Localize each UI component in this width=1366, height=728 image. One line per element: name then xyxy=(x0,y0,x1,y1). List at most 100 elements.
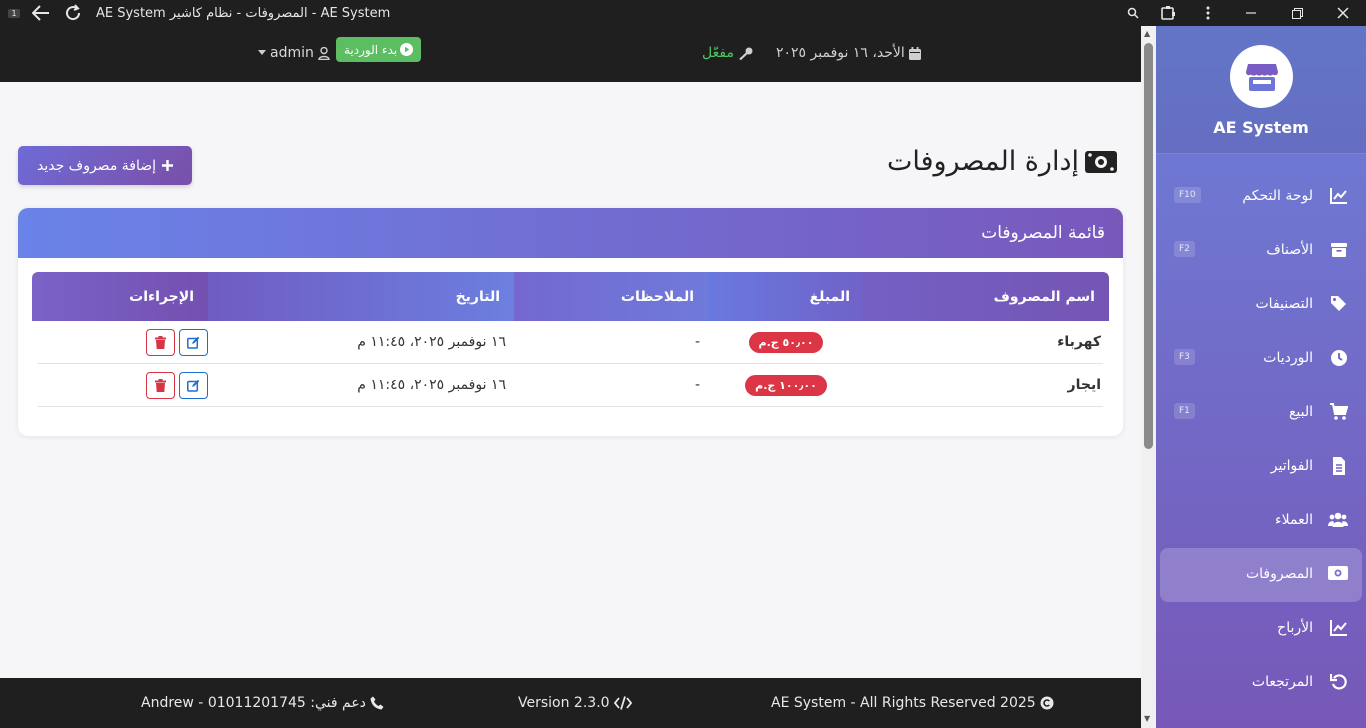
activation-status-text: مفعّل xyxy=(702,45,734,61)
extensions-icon[interactable] xyxy=(1148,0,1188,26)
sidebar-item-categories[interactable]: التصنيفات xyxy=(1156,278,1366,332)
edit-button[interactable] xyxy=(179,371,208,399)
sidebar-item-label: الفواتير xyxy=(1270,458,1313,474)
zoom-icon[interactable] xyxy=(1118,0,1148,26)
brand-name: AE System xyxy=(1213,118,1309,137)
delete-button[interactable] xyxy=(146,328,175,356)
copyright-text: AE System - All Rights Reserved 2025 xyxy=(771,695,1036,711)
card-title: قائمة المصروفات xyxy=(981,223,1105,243)
sidebar-item-customers[interactable]: العملاء xyxy=(1156,494,1366,548)
shortcut-badge: F3 xyxy=(1174,349,1195,365)
edit-icon xyxy=(187,379,200,392)
user-icon xyxy=(318,46,330,60)
scroll-down-icon[interactable]: ▼ xyxy=(1144,714,1150,723)
current-date-text: الأحد، ١٦ نوفمبر ٢٠٢٥ xyxy=(776,45,905,61)
money-icon xyxy=(1328,566,1348,580)
scrollbar-thumb[interactable] xyxy=(1144,43,1153,449)
sidebar-item-sales[interactable]: البيع F1 xyxy=(1156,386,1366,440)
page-title-text: إدارة المصروفات xyxy=(886,146,1079,177)
start-shift-button[interactable]: بدء الوردية xyxy=(336,37,422,62)
table-row: كهرباء ٥٠٫٠٠ ج.م - ١٦ نوفمبر ٢٠٢٥، ١١:٤٥… xyxy=(38,321,1103,364)
sidebar-item-label: المرتجعات xyxy=(1251,674,1313,690)
scroll-up-icon[interactable]: ▲ xyxy=(1144,29,1150,38)
username: admin xyxy=(270,45,314,61)
sidebar-item-label: الورديات xyxy=(1263,350,1313,366)
sidebar-item-profits[interactable]: الأرباح xyxy=(1156,602,1366,656)
table-header: اسم المصروف المبلغ الملاحظات التاريخ الإ… xyxy=(32,272,1109,321)
edit-icon xyxy=(187,336,200,349)
card-header: قائمة المصروفات xyxy=(18,208,1123,258)
chart-line-icon xyxy=(1330,620,1347,636)
chart-line-icon xyxy=(1330,188,1347,204)
sidebar-item-invoices[interactable]: الفواتير xyxy=(1156,440,1366,494)
plus-icon xyxy=(162,160,174,171)
close-icon[interactable] xyxy=(1320,0,1366,26)
column-header-notes[interactable]: الملاحظات xyxy=(514,272,708,321)
user-menu[interactable]: admin xyxy=(258,45,330,61)
cart-icon xyxy=(1330,403,1348,420)
sidebar-item-shifts[interactable]: الورديات F3 xyxy=(1156,332,1366,386)
tab-count-text: 1 xyxy=(8,8,20,18)
sidebar-item-expenses[interactable]: المصروفات xyxy=(1160,548,1362,602)
store-logo-icon[interactable] xyxy=(1230,45,1293,108)
expense-notes: - xyxy=(694,334,700,350)
add-expense-button[interactable]: إضافة مصروف جديد xyxy=(18,146,192,185)
amount-cell: ١٠٠٫٠٠ ج.م xyxy=(708,364,864,406)
shortcut-badge: F1 xyxy=(1174,403,1195,419)
window-titlebar: 1 AE System المصروفات - نظام كاشير - AE … xyxy=(0,0,1366,26)
users-icon xyxy=(1328,512,1348,527)
sidebar-item-label: التصنيفات xyxy=(1255,296,1314,312)
sidebar-item-label: لوحة التحكم xyxy=(1242,188,1313,204)
box-icon xyxy=(1331,243,1347,257)
activation-status: مفعّل xyxy=(702,45,753,61)
top-header: admin بدء الوردية مفعّل الأحد، ١٦ نوفمبر… xyxy=(0,26,1141,82)
clock-icon xyxy=(1331,350,1347,366)
restore-icon[interactable] xyxy=(1274,0,1320,26)
actions-cell xyxy=(38,364,208,406)
copyright-icon xyxy=(1040,696,1054,710)
shortcut-badge: F10 xyxy=(1174,187,1201,203)
current-date: الأحد، ١٦ نوفمبر ٢٠٢٥ xyxy=(776,45,921,61)
edit-button[interactable] xyxy=(179,328,208,356)
column-header-name[interactable]: اسم المصروف xyxy=(864,272,1109,321)
key-icon xyxy=(739,47,753,60)
expense-name: ايجار xyxy=(1067,377,1101,393)
column-header-date[interactable]: التاريخ xyxy=(208,272,514,321)
expense-notes: - xyxy=(694,377,700,393)
sidebar-item-label: البيع xyxy=(1288,404,1313,420)
vertical-scrollbar[interactable]: ▲ ▼ xyxy=(1141,26,1156,728)
column-header-actions: الإجراءات xyxy=(32,272,208,321)
page-title: إدارة المصروفات xyxy=(887,146,1117,177)
sidebar-brand: AE System xyxy=(1156,26,1366,154)
expense-date: ١٦ نوفمبر ٢٠٢٥، ١١:٤٥ م xyxy=(357,377,506,393)
reload-icon[interactable] xyxy=(60,0,86,26)
support-info: دعم فني: 01011201745 - Andrew xyxy=(141,695,384,711)
actions-cell xyxy=(38,321,208,363)
trash-icon xyxy=(155,378,166,392)
version-text: Version 2.3.0 xyxy=(518,695,610,711)
back-arrow-icon[interactable] xyxy=(26,0,56,26)
sidebar-item-label: الأصناف xyxy=(1266,242,1313,258)
expense-date: ١٦ نوفمبر ٢٠٢٥، ١١:٤٥ م xyxy=(357,334,506,350)
minimize-icon[interactable] xyxy=(1228,0,1274,26)
sidebar-item-returns[interactable]: المرتجعات xyxy=(1156,656,1366,710)
expenses-table: اسم المصروف المبلغ الملاحظات التاريخ الإ… xyxy=(32,272,1109,407)
footer: دعم فني: 01011201745 - Andrew Version 2.… xyxy=(0,678,1141,728)
phone-icon xyxy=(370,696,384,710)
tab-count-badge[interactable]: 1 xyxy=(6,0,22,26)
support-text: دعم فني: 01011201745 - Andrew xyxy=(141,695,366,711)
window-title: AE System المصروفات - نظام كاشير - AE Sy… xyxy=(96,5,391,21)
amount-badge: ١٠٠٫٠٠ ج.م xyxy=(745,374,827,396)
sidebar-item-label: الأرباح xyxy=(1277,620,1313,636)
add-expense-label: إضافة مصروف جديد xyxy=(36,157,157,174)
calendar-icon xyxy=(908,46,921,60)
delete-button[interactable] xyxy=(146,371,175,399)
play-circle-icon xyxy=(400,43,414,56)
sidebar-item-products[interactable]: الأصناف F2 xyxy=(1156,224,1366,278)
amount-cell: ٥٠٫٠٠ ج.م xyxy=(708,321,864,363)
sidebar-item-dashboard[interactable]: لوحة التحكم F10 xyxy=(1156,170,1366,224)
sidebar-nav: لوحة التحكم F10 الأصناف F2 التصنيفات الو… xyxy=(1156,170,1366,710)
more-menu-icon[interactable] xyxy=(1188,0,1228,26)
amount-badge: ٥٠٫٠٠ ج.م xyxy=(748,331,824,353)
column-header-amount[interactable]: المبلغ xyxy=(708,272,864,321)
